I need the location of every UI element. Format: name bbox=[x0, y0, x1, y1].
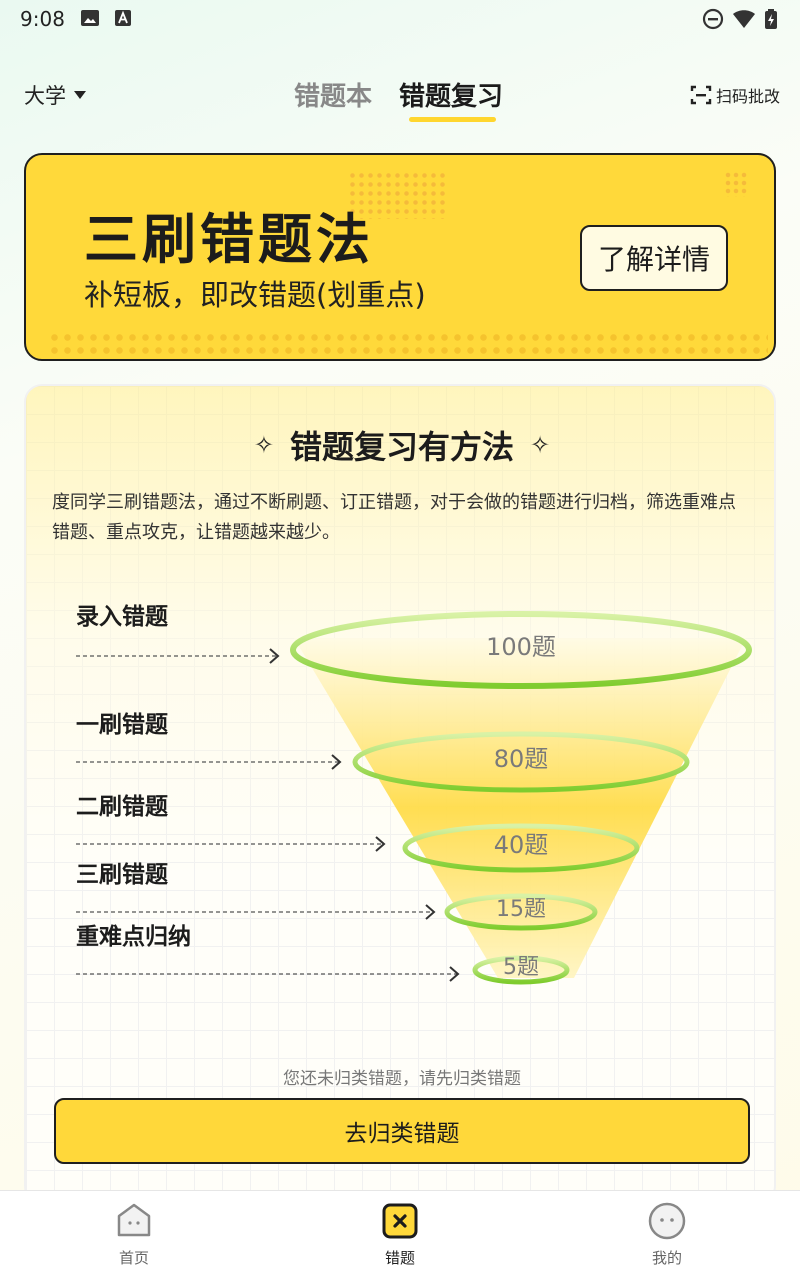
tab-mistake-book[interactable]: 错题本 bbox=[294, 76, 372, 113]
review-method-card: ✧ 错题复习有方法 ✧ 度同学三刷错题法，通过不断刷题、订正错题，对于会做的错题… bbox=[24, 384, 776, 1204]
nav-item-mistakes[interactable]: 错题 bbox=[340, 1201, 460, 1268]
card-title-text: 错题复习有方法 bbox=[289, 428, 514, 466]
banner-decoration bbox=[724, 171, 748, 197]
tab-mistake-review[interactable]: 错题复习 bbox=[399, 76, 503, 113]
caret-down-icon bbox=[74, 91, 86, 99]
dnd-icon bbox=[702, 8, 724, 30]
scan-grade-button[interactable]: 扫码批改 bbox=[690, 83, 780, 107]
mistakes-icon bbox=[382, 1203, 418, 1239]
funnel-stage-label: 重难点归纳 bbox=[76, 923, 191, 950]
home-icon bbox=[117, 1203, 151, 1237]
status-time: 9:08 bbox=[20, 7, 65, 31]
nav-item-home[interactable]: 首页 bbox=[74, 1201, 194, 1268]
learn-more-button[interactable]: 了解详情 bbox=[580, 225, 728, 291]
banner-decoration bbox=[48, 331, 768, 357]
funnel-count: 80题 bbox=[494, 745, 549, 773]
grade-label: 大学 bbox=[24, 84, 66, 108]
funnel-count: 100题 bbox=[486, 633, 556, 661]
review-funnel: 100题 80题 40题 15题 5题 录入错题一刷错题二刷错题三刷错题重难点归纳 bbox=[76, 603, 752, 985]
sparkle-icon: ✧ bbox=[253, 431, 274, 459]
status-bar: 9:08 bbox=[0, 0, 800, 36]
funnel-count: 15题 bbox=[496, 897, 546, 922]
card-title: ✧ 错题复习有方法 ✧ bbox=[26, 422, 774, 468]
funnel-stage-label: 二刷错题 bbox=[76, 793, 168, 820]
banner-title: 三刷错题法 bbox=[84, 208, 374, 271]
nav-label: 我的 bbox=[651, 1249, 682, 1267]
image-notification-icon bbox=[81, 10, 99, 26]
funnel-stage-label: 录入错题 bbox=[76, 603, 168, 630]
scan-icon bbox=[690, 85, 712, 105]
funnel-stage-label: 一刷错题 bbox=[76, 711, 168, 738]
card-description: 度同学三刷错题法，通过不断刷题、订正错题，对于会做的错题进行归档，筛选重难点错题… bbox=[52, 492, 736, 543]
funnel-count: 40题 bbox=[494, 831, 549, 859]
go-classify-button[interactable]: 去归类错题 bbox=[54, 1098, 750, 1164]
battery-icon bbox=[765, 9, 777, 29]
font-notification-icon bbox=[115, 10, 131, 26]
funnel-stage-label: 三刷错题 bbox=[76, 861, 168, 888]
sparkle-icon: ✧ bbox=[530, 431, 551, 459]
scan-label: 扫码批改 bbox=[716, 87, 781, 106]
nav-label: 首页 bbox=[118, 1249, 149, 1267]
grade-selector[interactable]: 大学 bbox=[24, 80, 86, 110]
profile-icon bbox=[648, 1202, 686, 1240]
nav-item-profile[interactable]: 我的 bbox=[607, 1201, 727, 1268]
classify-hint: 您还未归类错题，请先归类错题 bbox=[283, 1069, 521, 1089]
active-tab-indicator bbox=[409, 117, 496, 122]
three-pass-banner[interactable]: 三刷错题法 补短板，即改错题(划重点) 了解详情 bbox=[24, 153, 776, 361]
bottom-nav: 首页 错题 我的 bbox=[0, 1190, 800, 1280]
nav-label: 错题 bbox=[384, 1249, 415, 1267]
banner-subtitle: 补短板，即改错题(划重点) bbox=[84, 278, 426, 312]
funnel-count: 5题 bbox=[503, 955, 539, 980]
wifi-icon bbox=[733, 10, 755, 28]
